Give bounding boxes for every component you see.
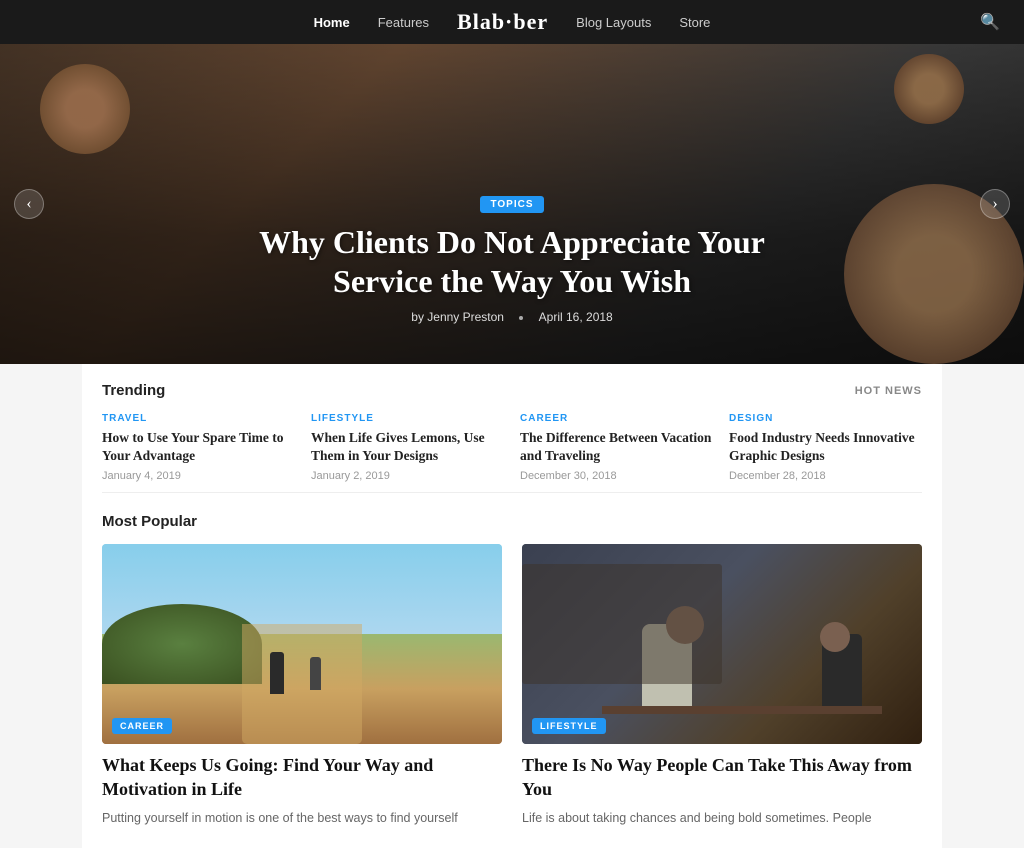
trending-item-title[interactable]: Food Industry Needs Innovative Graphic D… bbox=[729, 429, 922, 465]
card-image-running[interactable]: CAREER bbox=[102, 544, 502, 744]
hero-title: Why Clients Do Not Appreciate Your Servi… bbox=[212, 223, 812, 300]
site-logo[interactable]: Blab·ber bbox=[457, 9, 548, 35]
trending-item-title[interactable]: How to Use Your Spare Time to Your Advan… bbox=[102, 429, 295, 465]
hero-badge[interactable]: TOPICS bbox=[480, 196, 543, 213]
runner-figure-2 bbox=[310, 657, 321, 690]
popular-card: LIFESTYLE There Is No Way People Can Tak… bbox=[522, 544, 922, 828]
hero-next-button[interactable]: › bbox=[980, 189, 1010, 219]
main-container: Trending HOT NEWS TRAVEL How to Use Your… bbox=[82, 364, 942, 848]
most-popular-title: Most Popular bbox=[102, 513, 197, 530]
trending-category[interactable]: CAREER bbox=[520, 413, 713, 424]
hero-prev-button[interactable]: ‹ bbox=[14, 189, 44, 219]
bushes bbox=[102, 604, 262, 684]
search-icon[interactable]: 🔍 bbox=[980, 12, 1000, 32]
trending-item: LIFESTYLE When Life Gives Lemons, Use Th… bbox=[311, 413, 504, 482]
runner-figure bbox=[270, 652, 284, 694]
running-image bbox=[102, 544, 502, 744]
nav-store[interactable]: Store bbox=[679, 15, 710, 30]
hero-meta: by Jenny Preston April 16, 2018 bbox=[212, 310, 812, 324]
trending-category[interactable]: LIFESTYLE bbox=[311, 413, 504, 424]
trending-item-date: December 28, 2018 bbox=[729, 470, 922, 482]
hero-content: TOPICS Why Clients Do Not Appreciate You… bbox=[212, 196, 812, 324]
hot-news-label: HOT NEWS bbox=[855, 385, 922, 397]
trending-item: CAREER The Difference Between Vacation a… bbox=[520, 413, 713, 482]
most-popular-section: Most Popular bbox=[102, 493, 922, 848]
card-title[interactable]: What Keeps Us Going: Find Your Way and M… bbox=[102, 754, 502, 801]
nav-features[interactable]: Features bbox=[378, 15, 429, 30]
most-popular-grid: CAREER What Keeps Us Going: Find Your Wa… bbox=[102, 544, 922, 828]
card-badge[interactable]: CAREER bbox=[112, 718, 172, 734]
card-badge[interactable]: LIFESTYLE bbox=[532, 718, 606, 734]
hero-slider: TOPICS Why Clients Do Not Appreciate You… bbox=[0, 44, 1024, 364]
nav-home[interactable]: Home bbox=[314, 15, 350, 30]
card-title[interactable]: There Is No Way People Can Take This Awa… bbox=[522, 754, 922, 801]
card-description: Putting yourself in motion is one of the… bbox=[102, 809, 502, 828]
trending-item-title[interactable]: The Difference Between Vacation and Trav… bbox=[520, 429, 713, 465]
shelves bbox=[522, 564, 722, 684]
trending-item-date: January 4, 2019 bbox=[102, 470, 295, 482]
card-image-workshop[interactable]: LIFESTYLE bbox=[522, 544, 922, 744]
trending-category[interactable]: TRAVEL bbox=[102, 413, 295, 424]
trending-header: Trending HOT NEWS bbox=[102, 382, 922, 399]
navigation: Home Features Blab·ber Blog Layouts Stor… bbox=[0, 0, 1024, 44]
trending-category[interactable]: DESIGN bbox=[729, 413, 922, 424]
trending-item-date: December 30, 2018 bbox=[520, 470, 713, 482]
path bbox=[242, 624, 362, 744]
nav-blog-layouts[interactable]: Blog Layouts bbox=[576, 15, 651, 30]
hero-separator bbox=[519, 316, 523, 320]
hero-decoration bbox=[40, 64, 130, 154]
hero-decoration-right bbox=[894, 54, 964, 124]
trending-item-date: January 2, 2019 bbox=[311, 470, 504, 482]
trending-section: Trending HOT NEWS TRAVEL How to Use Your… bbox=[102, 364, 922, 493]
workshop-image bbox=[522, 544, 922, 744]
trending-title: Trending bbox=[102, 382, 165, 399]
trending-item: TRAVEL How to Use Your Spare Time to You… bbox=[102, 413, 295, 482]
trending-grid: TRAVEL How to Use Your Spare Time to You… bbox=[102, 413, 922, 482]
popular-card: CAREER What Keeps Us Going: Find Your Wa… bbox=[102, 544, 502, 828]
trending-item-title[interactable]: When Life Gives Lemons, Use Them in Your… bbox=[311, 429, 504, 465]
hero-date: April 16, 2018 bbox=[539, 310, 613, 324]
most-popular-header: Most Popular bbox=[102, 513, 922, 530]
table bbox=[602, 706, 882, 714]
hero-author: by Jenny Preston bbox=[411, 310, 504, 324]
trending-item: DESIGN Food Industry Needs Innovative Gr… bbox=[729, 413, 922, 482]
card-description: Life is about taking chances and being b… bbox=[522, 809, 922, 828]
